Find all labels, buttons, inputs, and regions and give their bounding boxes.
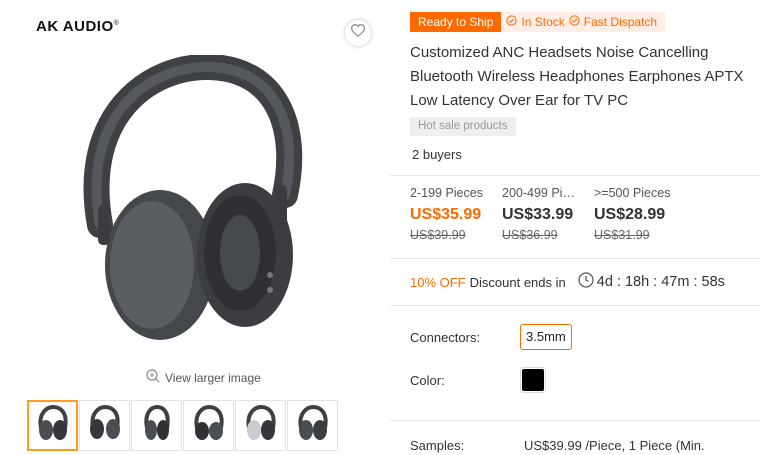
discount-off-label: 10% OFF (410, 274, 466, 290)
tier-price: US$33.99 (502, 206, 574, 223)
tier-old-price: US$36.99 (502, 228, 558, 242)
tier-quantity: >=500 Pieces (594, 186, 671, 200)
fast-dispatch-label: Fast Dispatch (583, 15, 658, 29)
discount-row: 10% OFF Discount ends in 4d : 18h : 47m … (410, 272, 725, 292)
ready-to-ship-badge: Ready to Ship (410, 12, 502, 32)
thumbnail[interactable] (27, 400, 78, 451)
view-larger-image-link[interactable]: View larger image (146, 369, 261, 386)
headphones-thumb-icon (138, 404, 176, 447)
discount-ends-label: Discount ends in (469, 274, 566, 290)
thumbnail-strip (27, 400, 338, 451)
headphones-thumb-icon (34, 404, 72, 447)
thumbnail[interactable] (79, 400, 130, 451)
stock-badge: In Stock Fast Dispatch (501, 12, 666, 32)
thumbnail[interactable] (183, 400, 234, 451)
countdown-value: 4d : 18h : 47m : 58s (596, 274, 725, 290)
headphones-thumb-icon (190, 404, 228, 447)
tier-old-price: US$31.99 (594, 228, 650, 242)
samples-value: US$39.99 /Piece, 1 Piece (Min. (524, 438, 705, 453)
connector-option-3-5mm[interactable]: 3.5mm (520, 324, 572, 350)
main-product-image[interactable] (60, 53, 320, 355)
divider (390, 305, 760, 306)
headphones-thumb-icon (242, 404, 280, 447)
zoom-icon (146, 369, 160, 386)
hot-sale-tag[interactable]: Hot sale products (410, 117, 516, 136)
connectors-label: Connectors: (410, 330, 481, 345)
tier-old-price: US$39.99 (410, 228, 466, 242)
favorite-button[interactable] (345, 20, 371, 46)
price-tiers: 2-199 Pieces US$35.99 US$39.99 200-499 P… (410, 186, 686, 242)
status-badges: Ready to Ship In Stock Fast Dispatch (410, 12, 666, 32)
price-tier: 200-499 Pieces US$33.99 US$36.99 (502, 186, 594, 242)
thumbnail[interactable] (131, 400, 182, 451)
headphones-thumb-icon (86, 404, 124, 447)
divider (390, 175, 760, 176)
heart-icon (350, 23, 366, 42)
thumbnail[interactable] (287, 400, 338, 451)
registered-mark: ® (113, 20, 120, 27)
product-title: Customized ANC Headsets Noise Cancelling… (410, 44, 744, 109)
check-circle-icon (506, 12, 517, 32)
tier-price: US$28.99 (594, 206, 666, 223)
divider (390, 420, 760, 421)
tier-quantity: 200-499 Pieces (502, 186, 580, 200)
brand-logo: AK AUDIO® (36, 18, 119, 35)
countdown-timer: 4d : 18h : 47m : 58s (578, 272, 725, 292)
in-stock-label: In Stock (521, 15, 565, 29)
buyers-count: 2 buyers (412, 147, 462, 162)
check-circle-icon (569, 12, 580, 32)
tier-quantity: 2-199 Pieces (410, 186, 483, 200)
view-larger-label: View larger image (165, 370, 261, 385)
color-label: Color: (410, 373, 445, 388)
thumbnail[interactable] (235, 400, 286, 451)
image-gallery: AK AUDIO® View larger image (0, 0, 390, 455)
headphones-thumb-icon (294, 404, 332, 447)
brand-logo-text: AK AUDIO (36, 18, 114, 35)
color-swatch-black[interactable] (520, 367, 546, 393)
tier-price: US$35.99 (410, 206, 482, 223)
price-tier: 2-199 Pieces US$35.99 US$39.99 (410, 186, 502, 242)
divider (390, 258, 760, 259)
product-info: Ready to Ship In Stock Fast Dispatch Cus… (410, 0, 760, 455)
price-tier: >=500 Pieces US$28.99 US$31.99 (594, 186, 686, 242)
color-swatch-fill (522, 369, 544, 391)
clock-icon (578, 272, 594, 292)
headphones-image (83, 53, 303, 340)
samples-label: Samples: (410, 438, 465, 453)
